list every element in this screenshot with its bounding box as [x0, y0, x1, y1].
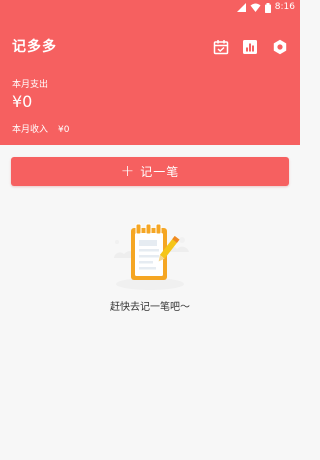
plus-icon: +	[120, 160, 135, 180]
empty-state-text: 赶快去记一笔吧～	[110, 302, 190, 313]
status-icons: 8:16	[236, 1, 295, 14]
month-income-row: 本月收入 ¥0	[12, 125, 69, 136]
month-income-value: ¥0	[58, 125, 70, 135]
battery-icon	[264, 2, 271, 13]
add-record-button[interactable]: + 记一笔	[11, 157, 289, 186]
bar-chart-icon[interactable]	[241, 38, 259, 56]
calendar-check-icon[interactable]	[212, 38, 230, 56]
signal-icon	[236, 3, 246, 12]
header-panel: 记多多 本月支出 ¥0 本月收入 ¥0	[0, 15, 300, 145]
notepad-pencil-icon	[98, 218, 202, 296]
wifi-icon	[250, 3, 261, 12]
month-expense-label: 本月支出	[12, 80, 49, 90]
status-bar: 8:16	[0, 0, 300, 15]
month-expense-value: ¥0	[12, 92, 33, 111]
settings-icon[interactable]	[271, 38, 289, 56]
status-time: 8:16	[274, 2, 295, 12]
month-income-label: 本月收入	[12, 125, 49, 135]
add-record-label: 记一笔	[140, 165, 180, 179]
app-title: 记多多	[12, 39, 57, 55]
